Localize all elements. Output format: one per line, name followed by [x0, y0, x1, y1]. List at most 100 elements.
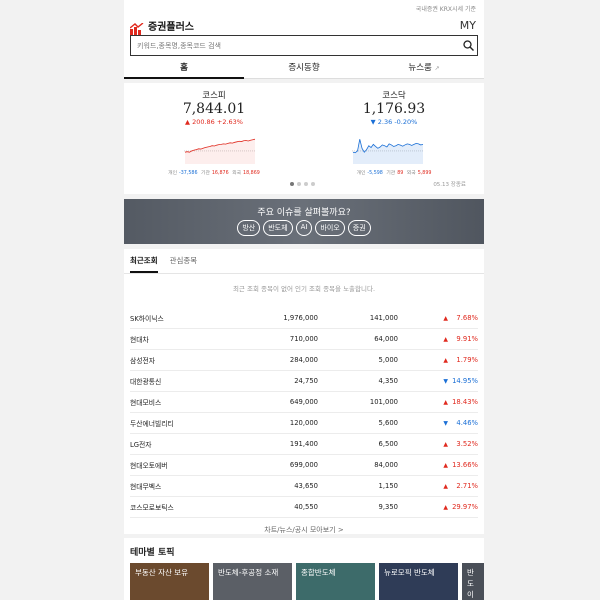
- stock-price: 24,750: [294, 377, 318, 385]
- stock-row[interactable]: 현대오토에버 699,000 84,000 ▲ 13.66%: [130, 455, 478, 476]
- stock-price: 284,000: [289, 356, 318, 364]
- stock-change: 64,000: [374, 335, 398, 343]
- kospi-sparkline: [184, 138, 256, 164]
- stock-row[interactable]: 코스모로보틱스 40,550 9,350 ▲ 29.97%: [130, 497, 478, 518]
- stock-rate: 7.68%: [456, 314, 478, 322]
- up-arrow-icon: ▲: [443, 503, 448, 511]
- investor-value: 5,899: [417, 171, 432, 176]
- index-carousel[interactable]: 코스피 7,844.01 ▲ 200.86 +2.63% 개인 -37,586 기…: [124, 83, 484, 194]
- stock-price: 710,000: [289, 335, 318, 343]
- stock-price: 649,000: [289, 398, 318, 406]
- stock-rate: 3.52%: [456, 440, 478, 448]
- stock-row[interactable]: 현대모비스 649,000 101,000 ▲ 18.43%: [130, 392, 478, 413]
- tab-recent-viewed[interactable]: 최근조회: [130, 249, 158, 273]
- tab-home-label: 홈: [180, 63, 188, 73]
- stock-row[interactable]: 현대차 710,000 64,000 ▲ 9.91%: [130, 329, 478, 350]
- investor-value: 16,876: [211, 171, 229, 176]
- theme-card[interactable]: 부동산 자산 보유: [130, 563, 209, 600]
- down-arrow-icon: ▼: [443, 377, 448, 385]
- change-rate: +2.63%: [216, 118, 243, 126]
- up-arrow-icon: ▲: [443, 461, 448, 469]
- stock-change: 9,350: [378, 503, 398, 511]
- stock-price: 191,400: [289, 440, 318, 448]
- app-name: 증권플러스: [148, 22, 194, 33]
- stock-rate: 4.46%: [456, 419, 478, 427]
- stock-row[interactable]: 대한광통신 24,750 4,350 ▼ 14.95%: [130, 371, 478, 392]
- carousel-dot[interactable]: [290, 182, 294, 186]
- theme-card-label: 반도 이송장: [467, 568, 474, 599]
- issue-chip[interactable]: AI: [295, 220, 313, 236]
- stock-change: 141,000: [369, 314, 398, 322]
- carousel-dots[interactable]: [290, 182, 315, 186]
- my-button[interactable]: MY: [460, 19, 476, 32]
- stock-row[interactable]: 현대무벡스 43,650 1,150 ▲ 2.71%: [130, 476, 478, 497]
- tab-market-trend[interactable]: 증시동향: [244, 59, 364, 79]
- theme-card[interactable]: 뉴로모픽 반도체: [379, 563, 458, 600]
- investor-label: 기관: [201, 171, 210, 176]
- stock-list: SK하이닉스 1,976,000 141,000 ▲ 7.68% 현대차 710,000 64…: [124, 308, 484, 518]
- up-arrow-icon: ▲: [443, 335, 448, 343]
- tab-watchlist[interactable]: 관심종목: [170, 249, 198, 273]
- investor-label: 외국: [406, 171, 416, 176]
- theme-cards: 부동산 자산 보유 반도체-후공정 소재 종합반도체 뉴로모픽 반도체 반도 이송장: [130, 563, 484, 600]
- issue-chip[interactable]: 바이오: [315, 220, 345, 236]
- index-value: 7,844.01: [182, 101, 246, 117]
- theme-card[interactable]: 반도 이송장: [462, 563, 484, 600]
- change-amount: 2.36: [377, 118, 393, 126]
- stock-price: 699,000: [289, 461, 318, 469]
- stock-row[interactable]: LG전자 191,400 6,500 ▲ 3.52%: [130, 434, 478, 455]
- market-source-note: 국내증권 KRX시세 기준: [415, 6, 476, 13]
- stock-change: 6,500: [378, 440, 398, 448]
- theme-title: 테마별 토픽: [130, 548, 175, 558]
- more-link[interactable]: 차트/뉴스/공시 모아보기 >: [124, 525, 484, 535]
- stock-row[interactable]: 두산에너빌리티 120,000 5,600 ▼ 4.46%: [130, 413, 478, 434]
- index-change: ▲ 200.86 +2.63%: [124, 118, 304, 126]
- carousel-dot[interactable]: [311, 182, 315, 186]
- up-arrow-icon: ▲: [443, 482, 448, 490]
- search-input[interactable]: [131, 41, 459, 50]
- search-bar: [130, 35, 478, 56]
- up-arrow-icon: ▲: [443, 398, 448, 406]
- logo[interactable]: 증권플러스: [129, 18, 194, 35]
- tab-market-trend-label: 증시동향: [288, 63, 320, 73]
- stock-price: 120,000: [289, 419, 318, 427]
- recent-notice: 최근 조회 종목이 없어 인기 조회 종목을 노출합니다.: [232, 285, 376, 293]
- investor-label: 개인: [356, 171, 366, 176]
- investor-value: 89: [397, 171, 404, 176]
- index-value: 1,176.93: [362, 101, 426, 117]
- tab-newsroom-label: 뉴스룸: [408, 63, 432, 73]
- stock-name: 코스모로보틱스: [130, 504, 174, 512]
- theme-card[interactable]: 반도체-후공정 소재: [213, 563, 292, 600]
- tab-home[interactable]: 홈: [124, 59, 244, 79]
- stock-change: 5,000: [378, 356, 398, 364]
- theme-card-label: 종합반도체: [301, 568, 336, 577]
- carousel-dot[interactable]: [297, 182, 301, 186]
- main-tabs: 홈 증시동향 뉴스룸 ↗: [124, 59, 484, 79]
- stock-name: 현대무벡스: [130, 483, 162, 491]
- kosdaq-sparkline: [352, 139, 424, 164]
- issue-chip[interactable]: 방산: [237, 220, 261, 236]
- stock-name: 현대모비스: [130, 399, 162, 407]
- kosdaq-panel[interactable]: 코스닥 1,176.93 ▼ 2.36 -0.20%: [304, 89, 484, 126]
- carousel-dot[interactable]: [304, 182, 308, 186]
- search-icon[interactable]: [459, 37, 477, 55]
- stock-name: 현대차: [130, 336, 149, 344]
- investor-value: 18,869: [243, 171, 260, 176]
- issue-chip[interactable]: 증권: [347, 220, 371, 236]
- investor-label: 기관: [386, 171, 396, 176]
- up-arrow-icon: ▲: [443, 440, 448, 448]
- change-rate: -0.20%: [394, 118, 418, 126]
- external-link-icon: ↗: [434, 65, 440, 72]
- stock-name: LG전자: [130, 441, 152, 449]
- investor-value: -37,586: [179, 171, 198, 176]
- stock-rate: 2.71%: [456, 482, 478, 490]
- tab-newsroom[interactable]: 뉴스룸 ↗: [364, 59, 484, 79]
- up-arrow-icon: ▲: [443, 314, 448, 322]
- issue-chip[interactable]: 반도체: [263, 220, 293, 236]
- stock-row[interactable]: SK하이닉스 1,976,000 141,000 ▲ 7.68%: [130, 308, 478, 329]
- kospi-panel[interactable]: 코스피 7,844.01 ▲ 200.86 +2.63%: [124, 89, 304, 126]
- theme-card-label: 부동산 자산 보유: [135, 568, 189, 577]
- stock-row[interactable]: 삼성전자 284,000 5,000 ▲ 1.79%: [130, 350, 478, 371]
- theme-card[interactable]: 종합반도체: [296, 563, 375, 600]
- stock-price: 43,650: [294, 482, 318, 490]
